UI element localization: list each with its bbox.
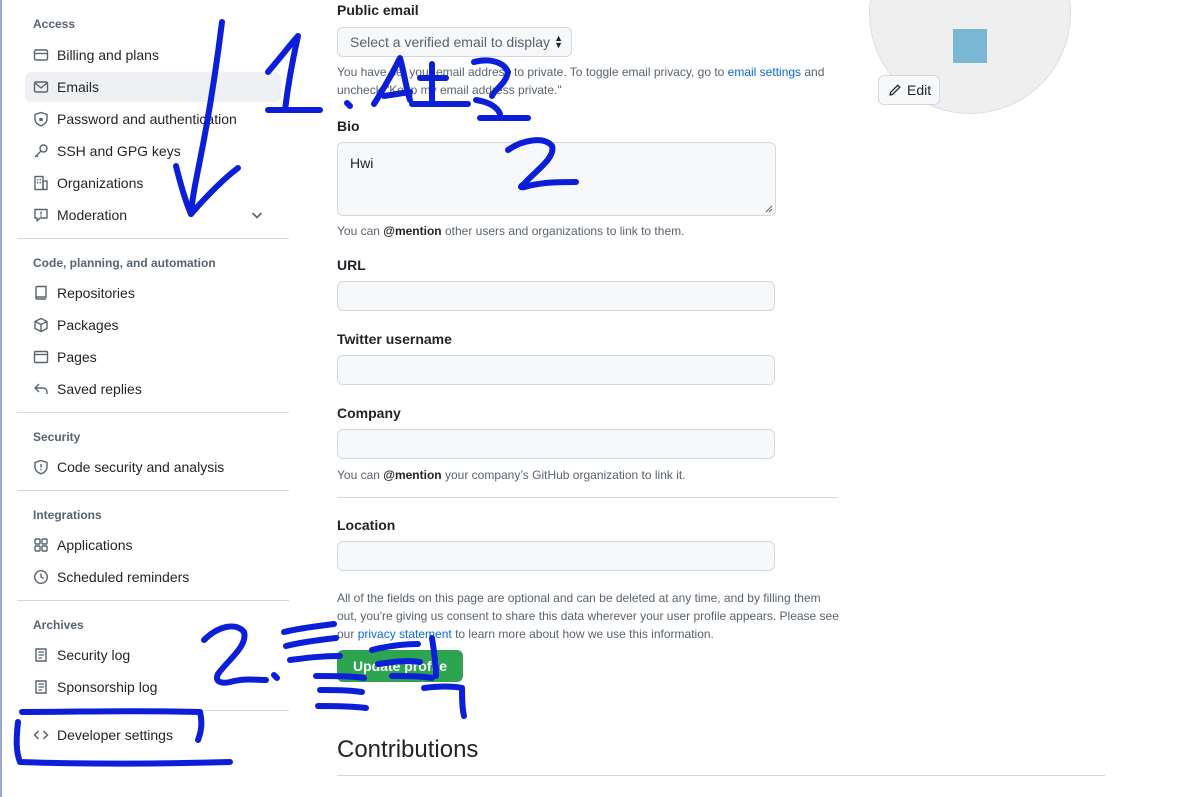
annotation-glyph-2c bbox=[421, 683, 467, 719]
credit-card-icon bbox=[33, 47, 49, 63]
section-title-security: Security bbox=[33, 430, 81, 444]
sidebar-item-code-security[interactable]: Code security and analysis bbox=[25, 452, 281, 482]
log-icon bbox=[33, 679, 49, 695]
sidebar-item-label: Security log bbox=[57, 647, 131, 663]
sidebar-divider bbox=[17, 238, 289, 239]
sidebar-item-packages[interactable]: Packages bbox=[25, 310, 281, 340]
chevron-down-icon[interactable] bbox=[249, 207, 265, 223]
sidebar-item-billing[interactable]: Billing and plans bbox=[25, 40, 281, 70]
reply-icon bbox=[33, 381, 49, 397]
bio-textarea[interactable]: Hwi bbox=[337, 142, 776, 216]
sidebar-divider bbox=[17, 412, 289, 413]
update-profile-button[interactable]: Update profile bbox=[337, 650, 463, 682]
url-label: URL bbox=[337, 257, 366, 273]
sidebar-item-label: Password and authentication bbox=[57, 111, 237, 127]
organization-icon bbox=[33, 175, 49, 191]
sidebar-item-ssh-gpg[interactable]: SSH and GPG keys bbox=[25, 136, 281, 166]
privacy-statement-link[interactable]: privacy statement bbox=[358, 627, 452, 641]
avatar-image bbox=[953, 29, 987, 63]
sidebar-item-label: Billing and plans bbox=[57, 47, 159, 63]
twitter-label: Twitter username bbox=[337, 331, 452, 347]
location-label: Location bbox=[337, 517, 396, 533]
company-label: Company bbox=[337, 405, 401, 421]
section-title-integrations: Integrations bbox=[33, 508, 102, 522]
contributions-heading: Contributions bbox=[337, 736, 479, 763]
section-title-archives: Archives bbox=[33, 618, 84, 632]
sidebar-item-organizations[interactable]: Organizations bbox=[25, 168, 281, 198]
url-input[interactable] bbox=[337, 281, 775, 311]
contributions-divider bbox=[337, 775, 1105, 776]
repo-icon bbox=[33, 285, 49, 301]
bio-label: Bio bbox=[337, 118, 360, 134]
form-divider bbox=[337, 497, 838, 498]
sidebar-item-label: Repositories bbox=[57, 285, 135, 301]
sidebar-item-label: Moderation bbox=[57, 207, 128, 223]
shield-icon bbox=[33, 459, 49, 475]
clock-icon bbox=[33, 569, 49, 585]
sidebar-item-label: Sponsorship log bbox=[57, 679, 158, 695]
sidebar-item-emails[interactable]: Emails bbox=[25, 72, 281, 102]
pencil-icon bbox=[889, 84, 901, 96]
sidebar-divider bbox=[17, 490, 289, 491]
section-title-code-planning: Code, planning, and automation bbox=[33, 256, 216, 270]
sidebar-item-security-log[interactable]: Security log bbox=[25, 640, 281, 670]
sidebar-item-label: Code security and analysis bbox=[57, 459, 225, 475]
code-icon bbox=[33, 727, 49, 743]
browser-icon bbox=[33, 349, 49, 365]
sidebar-item-label: Pages bbox=[57, 349, 97, 365]
sidebar-item-label: Applications bbox=[57, 537, 133, 553]
mail-icon bbox=[33, 79, 49, 95]
public-email-note: You have set your email address to priva… bbox=[337, 65, 825, 97]
sidebar-item-developer-settings[interactable]: Developer settings bbox=[25, 720, 281, 750]
sidebar-item-label: Developer settings bbox=[57, 727, 173, 743]
settings-sidebar: Access Billing and plans Emails Password… bbox=[17, 0, 289, 797]
apps-icon bbox=[33, 537, 49, 553]
key-icon bbox=[33, 143, 49, 159]
shield-lock-icon bbox=[33, 111, 49, 127]
sidebar-item-label: Emails bbox=[57, 79, 100, 95]
annotation-dot-1 bbox=[344, 100, 353, 109]
sidebar-divider bbox=[17, 710, 289, 711]
sidebar-item-repositories[interactable]: Repositories bbox=[25, 278, 281, 308]
sidebar-item-sponsorship-log[interactable]: Sponsorship log bbox=[25, 672, 281, 702]
sidebar-item-pages[interactable]: Pages bbox=[25, 342, 281, 372]
sidebar-item-moderation[interactable]: Moderation bbox=[25, 200, 281, 230]
location-input[interactable] bbox=[337, 541, 775, 571]
sidebar-item-applications[interactable]: Applications bbox=[25, 530, 281, 560]
sidebar-item-scheduled-reminders[interactable]: Scheduled reminders bbox=[25, 562, 281, 592]
public-email-select-value: Select a verified email to display bbox=[350, 34, 550, 50]
window-edge bbox=[0, 0, 2, 797]
section-title-access: Access bbox=[33, 17, 76, 31]
email-settings-link[interactable]: email settings bbox=[728, 65, 801, 79]
sidebar-item-label: Saved replies bbox=[57, 381, 142, 397]
company-input[interactable] bbox=[337, 429, 775, 459]
public-email-select[interactable]: Select a verified email to display ▲ ▼ bbox=[337, 27, 572, 57]
sidebar-divider bbox=[17, 600, 289, 601]
sidebar-item-label: SSH and GPG keys bbox=[57, 143, 181, 159]
select-arrows-icon: ▲ ▼ bbox=[554, 33, 563, 50]
report-icon bbox=[33, 207, 49, 223]
twitter-username-input[interactable] bbox=[337, 355, 775, 385]
edit-avatar-button[interactable]: Edit bbox=[878, 75, 940, 105]
log-icon bbox=[33, 647, 49, 663]
sidebar-item-label: Organizations bbox=[57, 175, 144, 191]
privacy-disclaimer: All of the fields on this page are optio… bbox=[337, 591, 839, 641]
sidebar-item-saved-replies[interactable]: Saved replies bbox=[25, 374, 281, 404]
sidebar-item-label: Packages bbox=[57, 317, 119, 333]
package-icon bbox=[33, 317, 49, 333]
sidebar-item-label: Scheduled reminders bbox=[57, 569, 190, 585]
bio-value: Hwi bbox=[350, 155, 374, 171]
company-note: You can @mention your company’s GitHub o… bbox=[337, 468, 686, 482]
edit-label: Edit bbox=[907, 82, 932, 98]
resize-handle-icon[interactable] bbox=[765, 205, 773, 213]
bio-note: You can @mention other users and organiz… bbox=[337, 224, 685, 238]
sidebar-item-password[interactable]: Password and authentication bbox=[25, 104, 281, 134]
public-email-label: Public email bbox=[337, 2, 419, 18]
